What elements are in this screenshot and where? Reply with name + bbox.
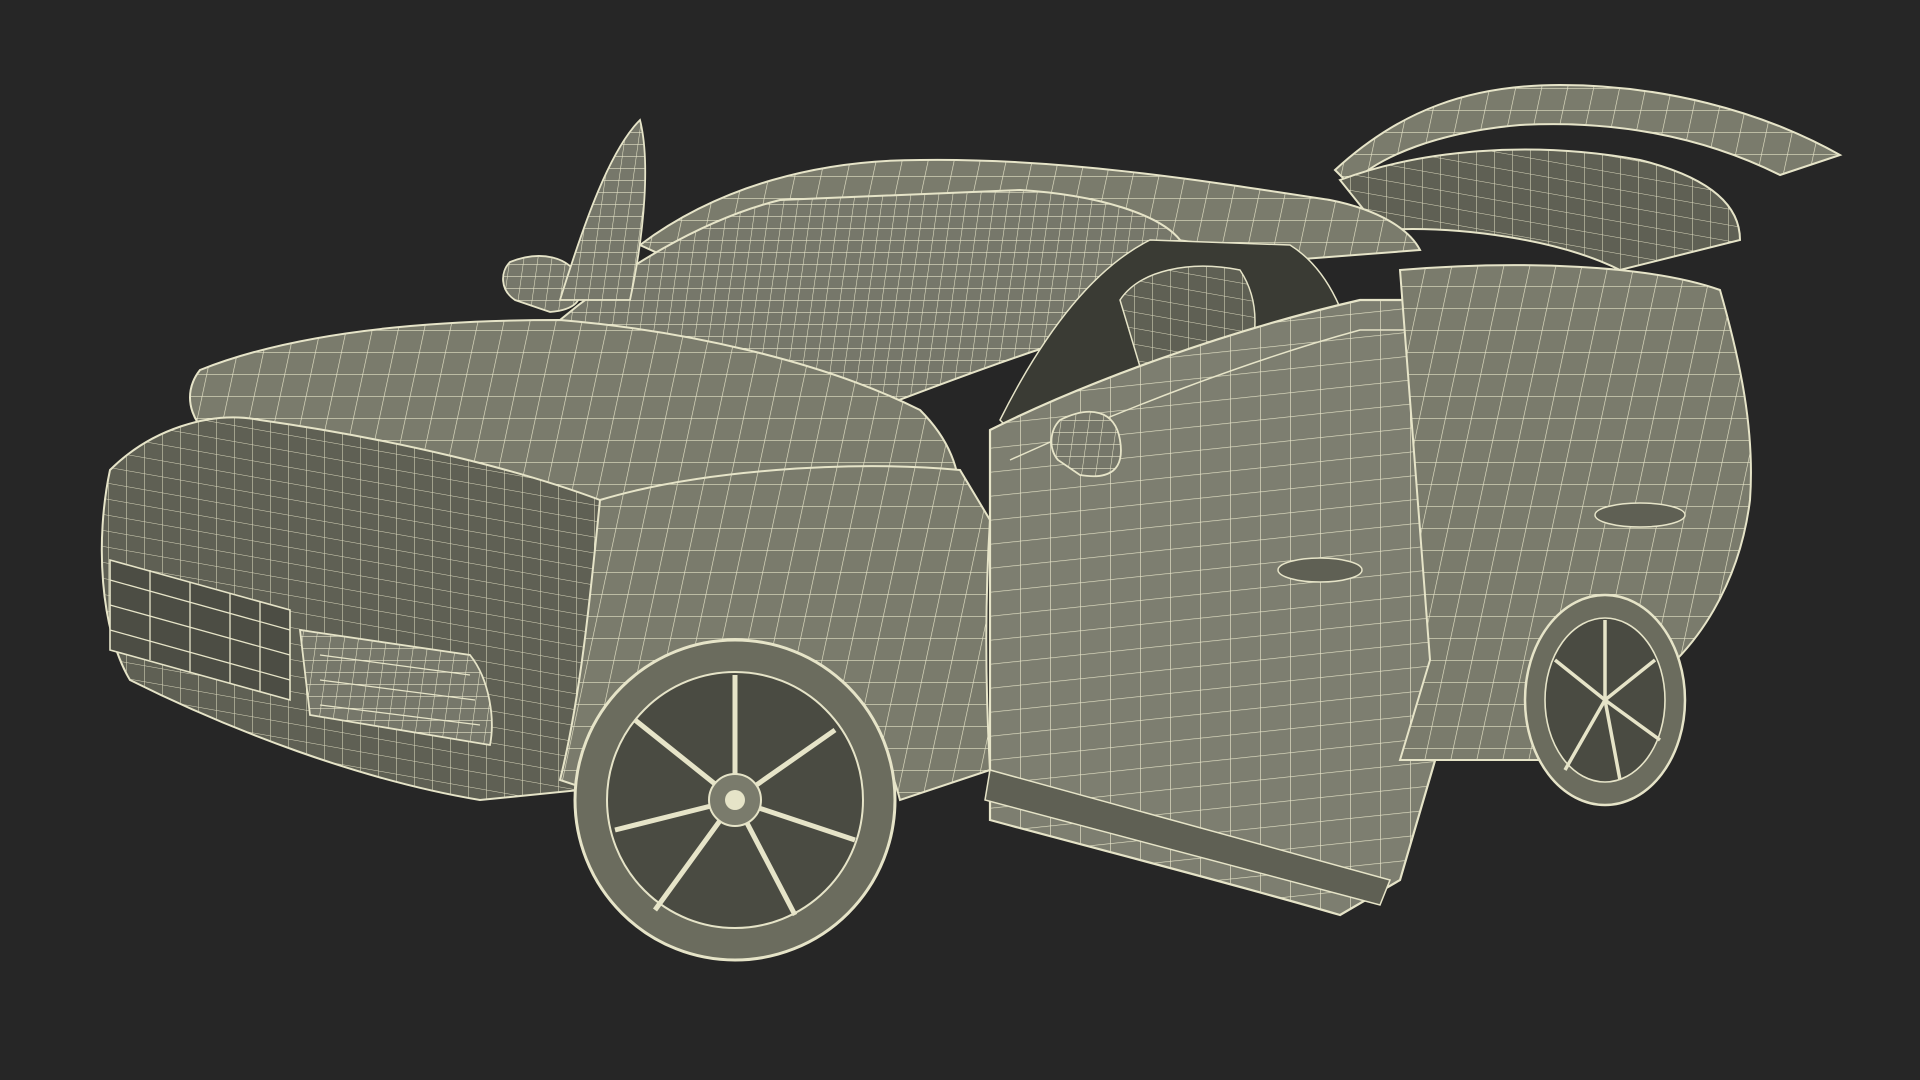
rear-door-raised (558, 118, 647, 301)
render-viewport (0, 0, 1920, 1080)
wireframe-scene (100, 83, 1843, 962)
rear-wheel (1523, 593, 1687, 807)
front-wheel (573, 638, 897, 962)
